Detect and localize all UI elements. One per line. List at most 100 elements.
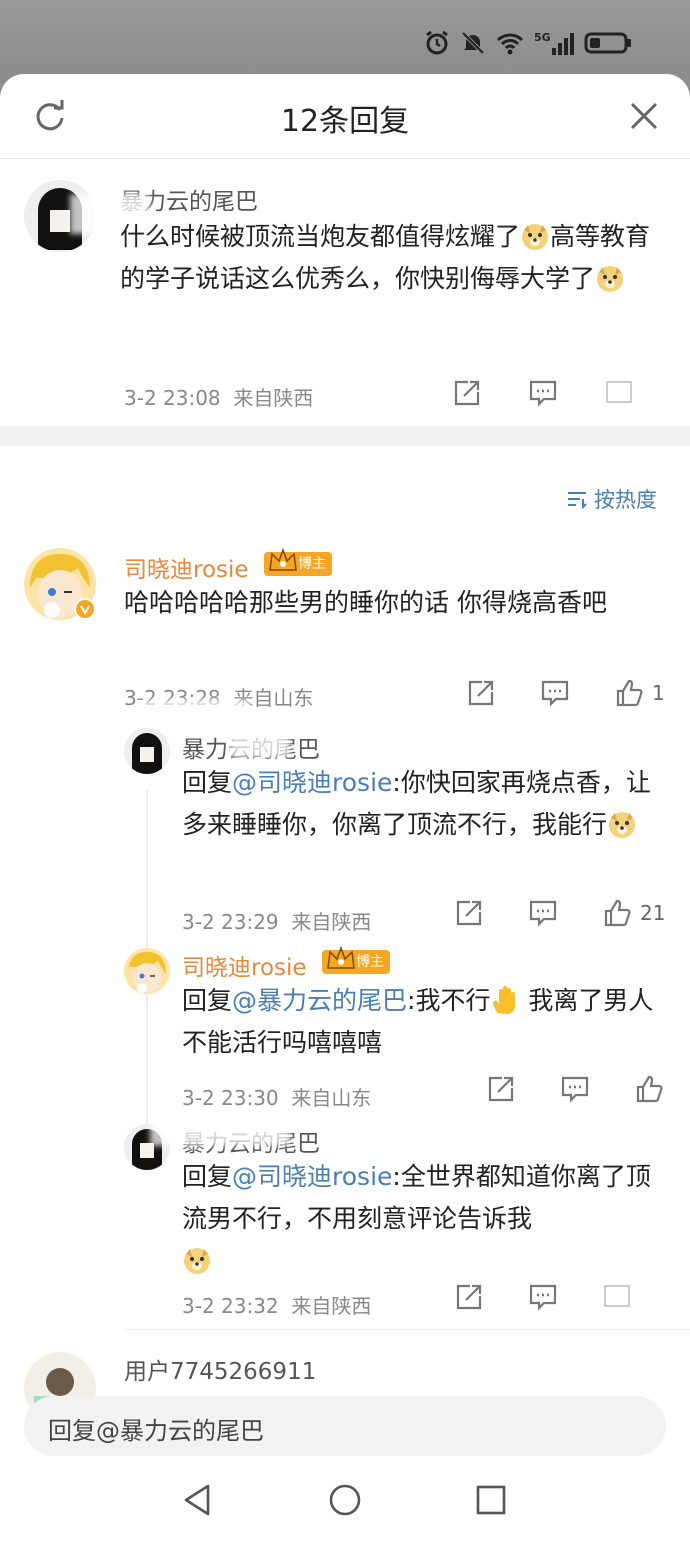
reply-input-placeholder: 回复@暴力云的尾巴 — [48, 1417, 264, 1445]
comment-author[interactable]: 用户7745266911 — [124, 1352, 316, 1386]
comment-actions — [486, 1074, 664, 1104]
repost-icon — [488, 1076, 514, 1102]
mute-icon — [461, 31, 485, 55]
privacy-blur — [230, 734, 290, 758]
blogger-badge: 博主 — [264, 548, 332, 576]
like-count: 21 — [640, 901, 666, 925]
like-button[interactable]: 21 — [602, 898, 665, 928]
verified-icon — [74, 598, 96, 620]
recent-apps-icon — [476, 1485, 506, 1515]
close-icon — [630, 102, 658, 130]
repost-button[interactable] — [466, 678, 496, 708]
like-icon — [604, 1285, 630, 1307]
mention-link[interactable]: @暴力云的尾巴 — [232, 986, 407, 1015]
system-nav-bar — [0, 1469, 690, 1541]
comment-meta: 3-2 23:30 来自山东 — [182, 1082, 371, 1111]
close-button[interactable] — [628, 100, 660, 132]
crown-icon — [327, 946, 355, 969]
status-bar: 5G — [0, 0, 690, 78]
like-button[interactable]: 1 — [614, 678, 665, 708]
comment-actions — [452, 378, 634, 408]
list-separator — [124, 1329, 690, 1330]
replies-sheet: 12条回复 暴力云的尾巴 什么时候被顶流当炮友都值得炫耀了 高等教育的学子说话这么… — [0, 74, 690, 1541]
avatar[interactable] — [124, 948, 170, 994]
privacy-blur — [150, 1124, 290, 1146]
comment-text: 回复@暴力云的尾巴:我不行 我离了男人不能活行吗嘻嘻嘻 — [182, 985, 654, 1057]
comment-button[interactable] — [528, 1282, 558, 1312]
comment-icon — [529, 900, 557, 927]
repost-icon — [456, 1284, 482, 1310]
comment-meta: 3-2 23:29 来自陕西 — [182, 906, 371, 935]
comment-time: 3-2 23:30 — [182, 1086, 279, 1110]
crown-icon — [269, 548, 297, 571]
comment-time: 3-2 23:08 — [124, 386, 221, 410]
comment-actions: 21 — [454, 898, 665, 928]
comment-location: 来自陕西 — [291, 910, 372, 934]
like-icon — [636, 1075, 663, 1103]
comment-button[interactable] — [528, 378, 558, 408]
repost-button[interactable] — [452, 378, 482, 408]
like-icon — [604, 899, 631, 927]
sort-button[interactable]: 按热度 — [566, 484, 657, 514]
doge-emoji — [520, 221, 550, 251]
comment-location: 来自陕西 — [233, 386, 314, 410]
hand-emoji — [490, 985, 520, 1015]
comment-author[interactable]: 司晓迪rosie — [182, 948, 307, 982]
comment-actions: 1 — [466, 678, 665, 708]
back-button[interactable] — [180, 1483, 214, 1521]
comment-text: 什么时候被顶流当炮友都值得炫耀了 高等教育的学子说话这么优秀么，你快别侮辱大学了 — [120, 221, 651, 293]
comment-text: 回复@司晓迪rosie:你快回家再烧点香，让多来睡睡你，你离了顶流不行，我能行 — [182, 768, 651, 839]
doge-emoji — [595, 263, 625, 293]
doge-emoji — [182, 1245, 212, 1275]
avatar[interactable] — [124, 728, 170, 774]
recent-apps-button[interactable] — [474, 1483, 508, 1521]
like-button[interactable] — [634, 1074, 664, 1104]
doge-emoji — [607, 809, 637, 839]
repost-icon — [454, 380, 480, 406]
comment-location: 来自山东 — [291, 1086, 372, 1110]
comment-meta: 3-2 23:32 来自陕西 — [182, 1290, 371, 1319]
comment-actions — [454, 1282, 632, 1312]
sheet-header: 12条回复 — [0, 74, 690, 159]
repost-icon — [468, 680, 494, 706]
comment-button[interactable] — [528, 898, 558, 928]
sort-label: 按热度 — [594, 488, 657, 512]
mention-link[interactable]: @司晓迪rosie — [232, 768, 392, 797]
comment-icon — [561, 1076, 589, 1103]
privacy-blur — [140, 700, 250, 718]
comment-text: 回复@司晓迪rosie:全世界都知道你离了顶流男不行，不用刻意评论告诉我 — [182, 1156, 666, 1282]
repost-button[interactable] — [486, 1074, 516, 1104]
comment-icon — [541, 680, 569, 707]
comment-button[interactable] — [540, 678, 570, 708]
comment-icon — [529, 1284, 557, 1311]
like-count: 1 — [652, 681, 665, 705]
comment-meta: 3-2 23:08 来自陕西 — [124, 382, 313, 411]
like-button[interactable] — [604, 378, 634, 408]
comment-text: 哈哈哈哈哈那些男的睡你的话 你得烧高香吧 — [124, 588, 607, 617]
repost-icon — [456, 900, 482, 926]
repost-button[interactable] — [454, 1282, 484, 1312]
comment-author[interactable]: 司晓迪rosie — [124, 550, 249, 584]
comment-time: 3-2 23:29 — [182, 910, 279, 934]
wifi-icon — [496, 33, 524, 55]
home-icon — [329, 1484, 361, 1516]
repost-button[interactable] — [454, 898, 484, 928]
home-button[interactable] — [328, 1483, 362, 1521]
status-icons: 5G — [424, 30, 632, 56]
like-icon — [616, 679, 643, 707]
like-button[interactable] — [602, 1282, 632, 1312]
svg-text:5G: 5G — [534, 31, 551, 44]
reply-input[interactable]: 回复@暴力云的尾巴 — [24, 1396, 666, 1456]
comment-button[interactable] — [560, 1074, 590, 1104]
alarm-icon — [426, 30, 448, 55]
like-icon — [606, 381, 632, 403]
comment-location: 来自陕西 — [291, 1294, 372, 1318]
back-icon — [184, 1484, 210, 1516]
comment-time: 3-2 23:32 — [182, 1294, 279, 1318]
signal-5g-icon: 5G — [534, 31, 574, 55]
mention-link[interactable]: @司晓迪rosie — [232, 1162, 392, 1191]
sheet-title: 12条回复 — [280, 104, 410, 139]
comment-icon — [529, 380, 557, 407]
section-divider — [0, 426, 690, 446]
sort-icon — [568, 492, 587, 509]
